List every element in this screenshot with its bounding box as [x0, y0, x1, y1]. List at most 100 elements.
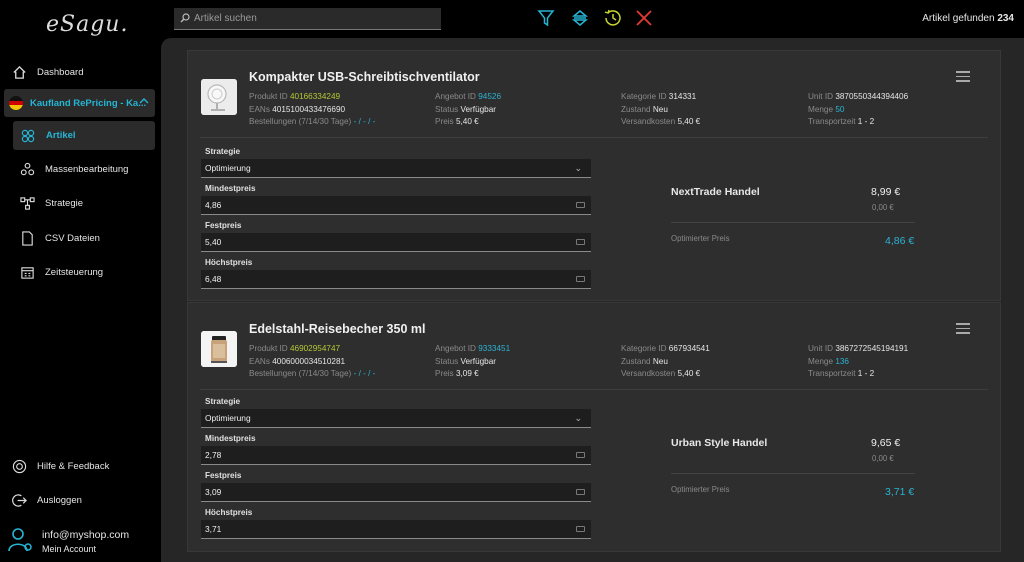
account-menu[interactable]: info@myshop.com Mein Account [8, 524, 158, 560]
label: Preis [435, 369, 454, 378]
sidebar-item-dashboard[interactable]: Dashboard [10, 58, 156, 86]
label: Status [435, 356, 459, 366]
competitor-name: NextTrade Handel [671, 186, 760, 198]
label: Kategorie ID [621, 344, 667, 353]
optimized-price-label: Optimierter Preis [671, 234, 730, 243]
app-logo[interactable]: eSagu. [46, 12, 128, 37]
file-icon [18, 229, 36, 247]
hamburger-menu-icon[interactable] [956, 71, 970, 82]
competitor-shipping: 0,00 € [872, 454, 894, 463]
sidebar-item-zeitsteuerung[interactable]: Zeitsteuerung [18, 258, 164, 286]
competitor-name: Urban Style Handel [671, 437, 768, 449]
strategy-label: Strategie [205, 147, 241, 156]
status: Verfügbar [460, 104, 497, 114]
sidebar-item-ausloggen[interactable]: Ausloggen [10, 486, 156, 514]
price: 5,40 € [455, 117, 479, 126]
strategy-select[interactable]: Optimierung ⌄ [201, 159, 591, 178]
product-info-col4: Unit ID 3870550344394406 Menge 50 Transp… [808, 91, 908, 129]
min-price-input[interactable]: 4,86 [201, 196, 591, 215]
sidebar-item-label: CSV Dateien [45, 232, 100, 244]
min-price-value: 2,78 [205, 450, 222, 460]
transport-time: 1 - 2 [857, 117, 875, 126]
sidebar-item-label: Massenbearbeitung [45, 163, 129, 175]
condition: Neu [652, 356, 668, 366]
unit-id: 3867272545194191 [835, 344, 909, 353]
home-icon [10, 63, 28, 81]
sidebar: eSagu. Dashboard Kaufland RePricing - Ka… [0, 0, 161, 562]
search-icon [180, 10, 190, 28]
results-label: Artikel gefunden [922, 13, 995, 24]
product-info-col1: Produkt ID 46902954747 EANs 400600003451… [249, 343, 375, 381]
product-info-col4: Unit ID 3867272545194191 Menge 136 Trans… [808, 343, 908, 381]
logout-icon [10, 491, 28, 509]
offer-id[interactable]: 94526 [478, 92, 501, 101]
strategy-icon [18, 194, 36, 212]
account-email: info@myshop.com [42, 529, 130, 541]
label: EANs [249, 104, 270, 114]
label: Angebot ID [435, 92, 476, 101]
label: Produkt ID [249, 344, 288, 353]
product-title[interactable]: Edelstahl-Reisebecher 350 ml [249, 322, 425, 336]
calendar-icon [18, 263, 36, 281]
keyboard-icon [576, 239, 585, 245]
min-price-input[interactable]: 2,78 [201, 446, 591, 465]
hamburger-menu-icon[interactable] [956, 323, 970, 334]
clear-filter-icon[interactable] [635, 9, 653, 27]
offer-id[interactable]: 9333451 [478, 344, 510, 353]
fixed-price-label: Festpreis [205, 221, 242, 230]
product-id[interactable]: 40166334249 [290, 92, 340, 101]
strategy-value: Optimierung [205, 163, 251, 173]
sort-icon[interactable] [571, 9, 589, 27]
fixed-price-value: 3,09 [205, 487, 222, 497]
max-price-input[interactable]: 3,71 [201, 520, 591, 539]
sidebar-item-strategie[interactable]: Strategie [18, 189, 164, 217]
status: Verfügbar [460, 356, 497, 366]
label: Versandkosten [621, 117, 676, 126]
sidebar-item-csv-dateien[interactable]: CSV Dateien [18, 224, 164, 252]
sidebar-item-hilfe[interactable]: Hilfe & Feedback [10, 452, 156, 480]
divider [671, 473, 915, 474]
product-card: Edelstahl-Reisebecher 350 ml Produkt ID … [187, 302, 1001, 552]
filter-icon[interactable] [537, 9, 555, 27]
optimized-price-label: Optimierter Preis [671, 485, 730, 494]
sidebar-item-artikel[interactable]: Artikel [13, 121, 155, 150]
label: Menge [808, 104, 834, 114]
sidebar-item-label: Ausloggen [37, 494, 82, 506]
chevron-up-icon [139, 97, 149, 108]
label: Transportzeit [808, 369, 856, 378]
product-image[interactable] [201, 79, 237, 115]
label: EANs [249, 356, 270, 366]
keyboard-icon [576, 276, 585, 282]
label: Status [435, 104, 459, 114]
product-id[interactable]: 46902954747 [290, 344, 340, 353]
max-price-input[interactable]: 6,48 [201, 270, 591, 289]
sidebar-item-shop[interactable]: Kaufland RePricing - Ka... [4, 89, 155, 117]
search-bar[interactable] [174, 8, 441, 30]
product-card: Kompakter USB-Schreibtischventilator Pro… [187, 50, 1001, 301]
fixed-price-input[interactable]: 3,09 [201, 483, 591, 502]
keyboard-icon [576, 202, 585, 208]
keyboard-icon [576, 452, 585, 458]
fixed-price-input[interactable]: 5,40 [201, 233, 591, 252]
product-info-col2: Angebot ID 94526 Status Verfügbar Preis … [435, 91, 501, 129]
label: Preis [435, 117, 454, 126]
account-label: Mein Account [42, 544, 97, 554]
strategy-select[interactable]: Optimierung ⌄ [201, 409, 591, 428]
label: Zustand [621, 356, 651, 366]
keyboard-icon [576, 489, 585, 495]
product-image[interactable] [201, 331, 237, 367]
quantity: 136 [835, 356, 849, 366]
history-icon[interactable] [604, 9, 622, 27]
orders: - / - / - [353, 117, 376, 126]
main-content: Kompakter USB-Schreibtischventilator Pro… [161, 38, 1024, 562]
divider [671, 222, 915, 223]
competitor-price: 8,99 € [871, 186, 901, 198]
search-input[interactable] [194, 13, 434, 24]
product-title[interactable]: Kompakter USB-Schreibtischventilator [249, 70, 480, 84]
shipping-cost: 5,40 € [677, 369, 701, 378]
sidebar-item-label: Artikel [46, 130, 76, 141]
label: Kategorie ID [621, 92, 667, 101]
sidebar-item-massenbearbeitung[interactable]: Massenbearbeitung [18, 155, 164, 183]
label: Versandkosten [621, 369, 676, 378]
articles-icon [19, 127, 37, 145]
